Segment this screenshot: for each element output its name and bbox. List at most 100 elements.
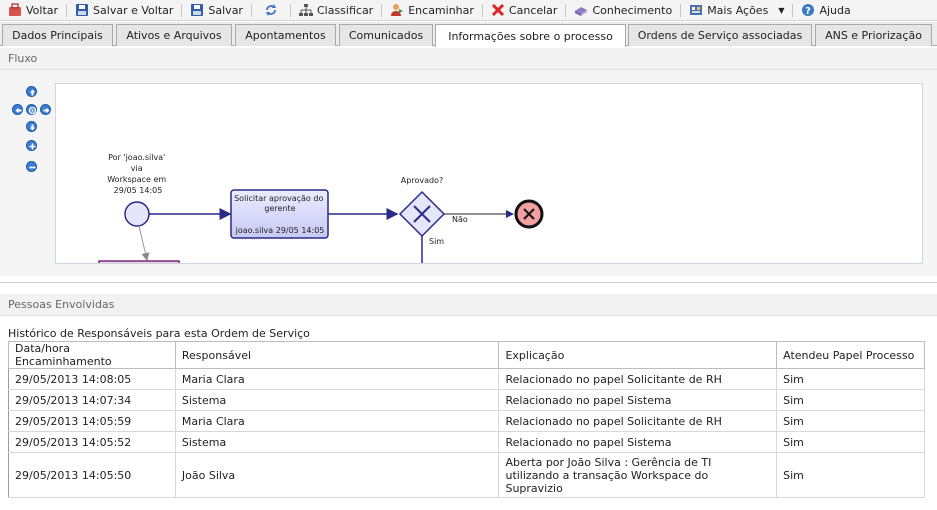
- center-button[interactable]: [26, 104, 37, 115]
- toolbar-separator: [680, 3, 682, 17]
- classify-button[interactable]: Classificar: [293, 0, 379, 21]
- toolbar-separator: [792, 3, 794, 17]
- tab-apontamentos[interactable]: Apontamentos: [235, 24, 336, 46]
- toolbar-separator: [181, 3, 183, 17]
- explanation-line: utilizando a transação Workspace do: [505, 468, 709, 482]
- tab-label: Apontamentos: [245, 29, 326, 42]
- chevron-down-icon: ▼: [778, 5, 785, 15]
- floppy-icon: [75, 3, 89, 17]
- cell-date: 29/05/2013 14:05:50: [8, 452, 176, 498]
- cell-date: 29/05/2013 14:08:05: [8, 368, 176, 390]
- cell-responsible: Sistema: [175, 431, 500, 453]
- table-row[interactable]: 29/05/2013 14:05:52 Sistema Relacionado …: [8, 431, 925, 453]
- actions-icon: [689, 3, 703, 17]
- save-and-back-button[interactable]: Salvar e Voltar: [69, 0, 179, 21]
- cell-attended: Sim: [776, 410, 925, 432]
- cancel-label: Cancelar: [508, 3, 558, 17]
- cell-responsible: Sistema: [175, 389, 500, 411]
- cell-explanation: Relacionado no papel Solicitante de RH: [498, 410, 778, 432]
- forward-button[interactable]: Encaminhar: [384, 0, 480, 21]
- cell-attended: Sim: [776, 368, 925, 390]
- explanation-line: Supravizio: [505, 481, 563, 495]
- tab-label: Ativos e Arquivos: [126, 29, 222, 42]
- partial-task-box: [98, 260, 180, 263]
- flow-diagram-canvas[interactable]: Por 'joao.silva' via Workspace em 29/05 …: [55, 83, 923, 264]
- tab-label: Comunicados: [348, 29, 424, 42]
- pan-up-button[interactable]: [26, 86, 37, 97]
- table-header-row: Data/hora Encaminhamento Responsável Exp…: [8, 341, 925, 369]
- toolbar-separator: [289, 3, 291, 17]
- hierarchy-icon: [298, 3, 313, 17]
- history-table: Data/hora Encaminhamento Responsável Exp…: [8, 341, 925, 498]
- column-header-responsible[interactable]: Responsável: [174, 341, 500, 369]
- start-event[interactable]: [124, 201, 150, 227]
- pan-down-button[interactable]: [26, 121, 37, 132]
- arrow-up-icon: [29, 89, 36, 96]
- pan-right-button[interactable]: [40, 104, 51, 115]
- save-and-back-label: Salvar e Voltar: [93, 3, 174, 17]
- cell-date: 29/05/2013 14:05:59: [8, 410, 176, 432]
- cell-responsible: João Silva: [175, 452, 500, 498]
- tab-comunicados[interactable]: Comunicados: [339, 24, 433, 46]
- yes-label: Sim: [429, 237, 444, 246]
- pan-left-button[interactable]: [12, 104, 23, 115]
- help-icon: ?: [801, 3, 815, 17]
- tab-ativos-arquivos[interactable]: Ativos e Arquivos: [116, 24, 232, 46]
- tab-label: Informações sobre o processo: [448, 29, 613, 43]
- cell-explanation: Relacionado no papel Sistema: [498, 389, 778, 411]
- toolbar-separator: [481, 3, 483, 17]
- flow-section-title: Fluxo: [8, 52, 38, 65]
- more-actions-label: Mais Ações: [707, 3, 769, 17]
- cell-attended: Sim: [776, 452, 925, 498]
- table-row[interactable]: 29/05/2013 14:08:05 Maria Clara Relacion…: [8, 368, 925, 390]
- arrow-right-icon: [43, 107, 50, 114]
- column-header-date[interactable]: Data/hora Encaminhamento: [8, 341, 176, 369]
- zoom-in-button[interactable]: [26, 140, 37, 151]
- task-assignee: joao.silva 29/05 14:05: [235, 226, 325, 235]
- knowledge-button[interactable]: Conhecimento: [568, 0, 678, 21]
- start-event-label: Por 'joao.silva' via Workspace em 29/05 …: [107, 153, 169, 195]
- tab-dados-principais[interactable]: Dados Principais: [2, 24, 113, 46]
- gateway-label: Aprovado?: [401, 176, 443, 185]
- column-header-attended[interactable]: Atendeu Papel Processo: [776, 341, 925, 369]
- more-actions-button[interactable]: Mais Ações ▼: [683, 0, 790, 21]
- refresh-icon: [264, 3, 278, 17]
- cancel-button[interactable]: Cancelar: [485, 0, 564, 21]
- cell-responsible: Maria Clara: [175, 368, 500, 390]
- table-row[interactable]: 29/05/2013 14:05:50 João Silva Aberta po…: [8, 452, 925, 498]
- tab-bar: Dados Principais Ativos e Arquivos Apont…: [0, 22, 937, 47]
- tab-label: Ordens de Serviço associadas: [637, 29, 803, 42]
- book-icon: [574, 3, 588, 17]
- process-diagram: Por 'joao.silva' via Workspace em 29/05 …: [98, 153, 544, 263]
- help-button[interactable]: ? Ajuda: [795, 0, 856, 21]
- person-forward-icon: [390, 3, 404, 17]
- save-button[interactable]: Salvar: [184, 0, 249, 21]
- tab-informacoes-processo[interactable]: Informações sobre o processo: [435, 24, 626, 47]
- minus-icon: [29, 166, 36, 169]
- back-button[interactable]: Voltar: [0, 0, 64, 21]
- flow-panel: Por 'joao.silva' via Workspace em 29/05 …: [0, 70, 937, 276]
- tab-ans-priorizacao[interactable]: ANS e Priorização: [815, 24, 932, 46]
- cell-explanation: Aberta por João Silva : Gerência de TI u…: [498, 452, 778, 498]
- cell-attended: Sim: [776, 431, 925, 453]
- cell-attended: Sim: [776, 389, 925, 411]
- people-section-title: Pessoas Envolvidas: [8, 298, 115, 311]
- plus-icon: [29, 143, 36, 150]
- refresh-button[interactable]: [254, 0, 288, 21]
- history-title: Histórico de Responsáveis para esta Orde…: [8, 327, 310, 340]
- association-line: [138, 225, 150, 261]
- tab-ordens-servico-associadas[interactable]: Ordens de Serviço associadas: [628, 24, 812, 46]
- cell-date: 29/05/2013 14:05:52: [8, 431, 176, 453]
- toolbar-separator: [66, 3, 68, 17]
- cell-date: 29/05/2013 14:07:34: [8, 389, 176, 411]
- tab-label: Dados Principais: [12, 29, 103, 42]
- section-divider: [0, 282, 937, 283]
- toolbar-separator: [381, 3, 383, 17]
- table-row[interactable]: 29/05/2013 14:07:34 Sistema Relacionado …: [8, 389, 925, 411]
- column-header-explanation[interactable]: Explicação: [498, 341, 778, 369]
- svg-text:?: ?: [806, 6, 812, 17]
- back-label: Voltar: [26, 3, 59, 17]
- table-row[interactable]: 29/05/2013 14:05:59 Maria Clara Relacion…: [8, 410, 925, 432]
- explanation-line: Aberta por João Silva : Gerência de TI: [505, 455, 712, 469]
- zoom-out-button[interactable]: [26, 161, 37, 172]
